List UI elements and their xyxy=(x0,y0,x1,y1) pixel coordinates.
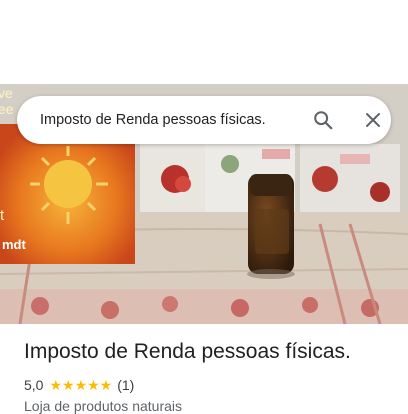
rating-stars: ★★★★★ xyxy=(49,376,113,393)
place-title: Imposto de Renda pessoas físicas. xyxy=(24,340,351,363)
search-bar[interactable]: Imposto de Renda pessoas físicas. xyxy=(17,96,391,144)
box-text-mid: ee xyxy=(0,101,14,117)
rating-value: 5,0 xyxy=(24,377,44,393)
search-icon xyxy=(314,111,333,130)
svg-text:ee: ee xyxy=(0,101,14,117)
box-text-top: ve xyxy=(0,85,13,101)
place-category: Loja de produtos naturais xyxy=(24,398,182,414)
review-count-link[interactable]: (1) xyxy=(117,377,134,393)
top-blank-area xyxy=(0,0,408,84)
clear-search-button[interactable] xyxy=(357,104,389,136)
close-icon xyxy=(366,113,380,127)
rating-row: 5,0 ★★★★★ (1) xyxy=(24,376,134,394)
search-button[interactable] xyxy=(307,104,339,136)
svg-text:mdt: mdt xyxy=(2,237,27,252)
search-input[interactable]: Imposto de Renda pessoas físicas. xyxy=(40,96,266,144)
svg-text:ve: ve xyxy=(0,85,13,101)
box-text-bottom: mdt xyxy=(2,237,27,252)
